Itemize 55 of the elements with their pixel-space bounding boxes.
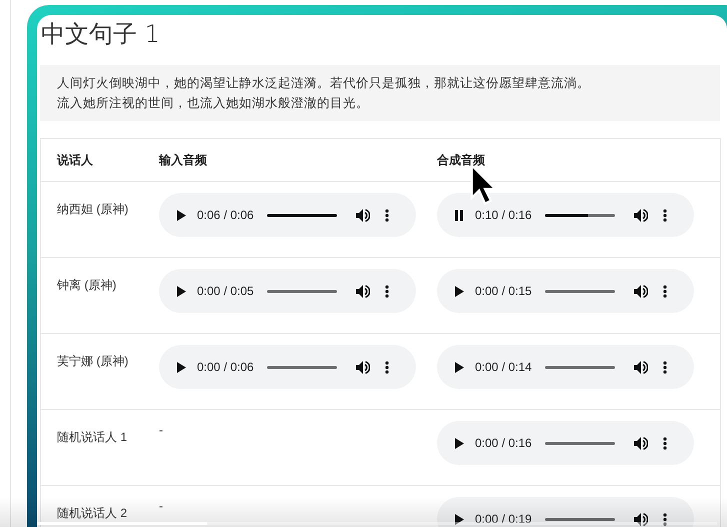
volume-icon[interactable] xyxy=(634,284,648,298)
speaker-name: 随机说话人 1 xyxy=(57,430,128,444)
more-icon[interactable] xyxy=(662,284,667,298)
speaker-name: 芙宁娜 (原神) xyxy=(57,354,128,368)
play-icon[interactable] xyxy=(176,362,186,372)
audio-player[interactable]: 0:10 / 0:16 xyxy=(437,193,694,237)
time-display: 0:06 / 0:06 xyxy=(197,207,254,224)
more-icon[interactable] xyxy=(662,208,667,222)
more-icon[interactable] xyxy=(384,208,389,222)
play-icon[interactable] xyxy=(454,286,464,296)
audio-player[interactable]: 0:00 / 0:06 xyxy=(159,345,416,389)
audio-player[interactable]: 0:00 / 0:19 xyxy=(437,497,694,527)
column-header: 输入音频 xyxy=(159,153,207,167)
speaker-name: 钟离 (原神) xyxy=(57,278,116,292)
section-title: 中文句子 1 xyxy=(41,19,161,50)
volume-icon[interactable] xyxy=(634,436,648,450)
time-display: 0:00 / 0:05 xyxy=(197,283,254,300)
speaker-name: 随机说话人 2 xyxy=(57,506,128,520)
more-icon[interactable] xyxy=(662,360,667,374)
time-display: 0:00 / 0:15 xyxy=(475,283,532,300)
audio-player[interactable]: 0:00 / 0:16 xyxy=(437,421,694,465)
more-icon[interactable] xyxy=(662,512,667,526)
volume-icon[interactable] xyxy=(356,208,370,222)
time-display: 0:10 / 0:16 xyxy=(475,207,532,224)
more-icon[interactable] xyxy=(384,360,389,374)
volume-icon[interactable] xyxy=(356,284,370,298)
seek-bar[interactable] xyxy=(544,214,615,216)
audio-player[interactable]: 0:00 / 0:14 xyxy=(437,345,694,389)
more-icon[interactable] xyxy=(662,436,667,450)
time-display: 0:00 / 0:06 xyxy=(197,359,254,376)
empty-cell-text: - xyxy=(159,498,163,515)
play-icon[interactable] xyxy=(176,286,186,296)
empty-cell-text: - xyxy=(159,422,163,439)
volume-icon[interactable] xyxy=(356,360,370,374)
column-header: 说话人 xyxy=(57,153,93,167)
volume-icon[interactable] xyxy=(634,512,648,526)
seek-bar[interactable] xyxy=(266,214,337,216)
sentence-text: 流入她所注视的世间，也流入她如湖水般澄澈的目光。 xyxy=(57,95,370,112)
play-icon[interactable] xyxy=(176,210,186,220)
audio-player[interactable]: 0:06 / 0:06 xyxy=(159,193,416,237)
play-icon[interactable] xyxy=(454,362,464,372)
time-display: 0:00 / 0:16 xyxy=(475,435,532,452)
volume-icon[interactable] xyxy=(634,208,648,222)
column-header: 合成音频 xyxy=(437,153,485,167)
volume-icon[interactable] xyxy=(634,360,648,374)
audio-player[interactable]: 0:00 / 0:15 xyxy=(437,269,694,313)
time-display: 0:00 / 0:19 xyxy=(475,511,532,527)
play-icon[interactable] xyxy=(454,514,464,524)
audio-player[interactable]: 0:00 / 0:05 xyxy=(159,269,416,313)
play-icon[interactable] xyxy=(454,438,464,448)
more-icon[interactable] xyxy=(384,284,389,298)
pause-icon[interactable] xyxy=(454,210,464,220)
sentence-text: 人间灯火倒映湖中，她的渴望让静水泛起涟漪。若代价只是孤独，那就让这份愿望肆意流淌。 xyxy=(57,75,591,92)
time-display: 0:00 / 0:14 xyxy=(475,359,532,376)
speaker-name: 纳西妲 (原神) xyxy=(57,202,128,216)
